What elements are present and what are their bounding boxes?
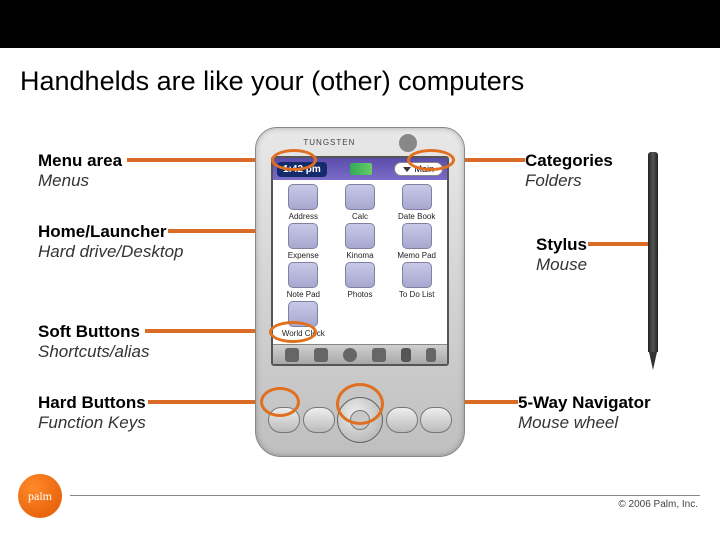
- app-icon: [345, 262, 375, 288]
- app-item[interactable]: Photos: [332, 262, 389, 299]
- app-item[interactable]: Address: [275, 184, 332, 221]
- app-item[interactable]: Expense: [275, 223, 332, 260]
- connector-menu-area: [127, 158, 270, 162]
- hard-button-2[interactable]: [303, 407, 335, 433]
- label-nav-secondary: Mouse wheel: [518, 413, 651, 433]
- label-home-secondary: Hard drive/Desktop: [38, 242, 184, 262]
- app-item[interactable]: Note Pad: [275, 262, 332, 299]
- slide-content: Menu area Menus Home/Launcher Hard drive…: [0, 97, 720, 497]
- top-black-bar: [0, 0, 720, 48]
- app-icon: [402, 184, 432, 210]
- callout-time: [271, 149, 317, 171]
- app-icon: [402, 223, 432, 249]
- home-icon[interactable]: [285, 348, 299, 362]
- callout-softbar: [269, 321, 317, 343]
- palm-brand-icon: [399, 134, 417, 152]
- label-menu-area: Menu area Menus: [38, 151, 122, 192]
- footer-divider: [70, 495, 700, 496]
- app-label: Memo Pad: [397, 251, 436, 260]
- label-stylus-secondary: Mouse: [536, 255, 587, 275]
- callout-main: [407, 149, 455, 171]
- app-label: Photos: [348, 290, 373, 299]
- app-icon: [288, 223, 318, 249]
- label-home-primary: Home/Launcher: [38, 222, 184, 242]
- app-label: Date Book: [398, 212, 435, 221]
- label-hard-secondary: Function Keys: [38, 413, 146, 433]
- app-item[interactable]: Kinoma: [332, 223, 389, 260]
- chevron-down-icon: [403, 167, 411, 172]
- callout-hardbtn: [260, 387, 300, 417]
- alert-icon[interactable]: [426, 348, 436, 362]
- app-icon: [288, 262, 318, 288]
- soft-button-bar: [273, 344, 447, 364]
- app-item[interactable]: To Do List: [388, 262, 445, 299]
- app-icon: [345, 184, 375, 210]
- label-categories-secondary: Folders: [525, 171, 613, 191]
- callout-navpad: [336, 383, 384, 425]
- app-label: Address: [289, 212, 318, 221]
- stylus-graphic: [648, 152, 658, 352]
- app-icon: [345, 223, 375, 249]
- label-nav-primary: 5-Way Navigator: [518, 393, 651, 413]
- label-hard-primary: Hard Buttons: [38, 393, 146, 413]
- hard-button-4[interactable]: [420, 407, 452, 433]
- connector-hard: [148, 400, 268, 404]
- label-stylus-primary: Stylus: [536, 235, 587, 255]
- app-label: Expense: [288, 251, 319, 260]
- label-categories-primary: Categories: [525, 151, 613, 171]
- app-item[interactable]: Memo Pad: [388, 223, 445, 260]
- app-label: Calc: [352, 212, 368, 221]
- label-hard-buttons: Hard Buttons Function Keys: [38, 393, 146, 434]
- label-soft-buttons: Soft Buttons Shortcuts/alias: [38, 322, 150, 363]
- app-icon: [402, 262, 432, 288]
- label-soft-secondary: Shortcuts/alias: [38, 342, 150, 362]
- brightness-icon[interactable]: [343, 348, 357, 362]
- app-label: Note Pad: [287, 290, 320, 299]
- connector-stylus: [588, 242, 648, 246]
- label-menu-area-secondary: Menus: [38, 171, 122, 191]
- copyright-text: © 2006 Palm, Inc.: [618, 499, 698, 510]
- label-home-launcher: Home/Launcher Hard drive/Desktop: [38, 222, 184, 263]
- label-menu-area-primary: Menu area: [38, 151, 122, 171]
- palm-logo: palm: [18, 474, 62, 518]
- label-soft-primary: Soft Buttons: [38, 322, 150, 342]
- hard-button-3[interactable]: [386, 407, 418, 433]
- app-label: To Do List: [399, 290, 435, 299]
- battery-icon: [350, 163, 372, 175]
- app-launcher-grid: Address Calc Date Book Expense Kinoma Me…: [273, 180, 447, 342]
- label-navigator: 5-Way Navigator Mouse wheel: [518, 393, 651, 434]
- menu-icon[interactable]: [314, 348, 328, 362]
- app-label: Kinoma: [346, 251, 373, 260]
- palm-logo-text: palm: [28, 489, 52, 504]
- slide-title: Handhelds are like your (other) computer…: [0, 48, 720, 97]
- label-stylus: Stylus Mouse: [536, 235, 587, 276]
- app-item[interactable]: Calc: [332, 184, 389, 221]
- app-item[interactable]: Date Book: [388, 184, 445, 221]
- label-categories: Categories Folders: [525, 151, 613, 192]
- find-icon[interactable]: [372, 348, 386, 362]
- clock-icon[interactable]: [401, 348, 411, 362]
- device-model: TUNGSTEN: [303, 138, 355, 147]
- app-icon: [288, 184, 318, 210]
